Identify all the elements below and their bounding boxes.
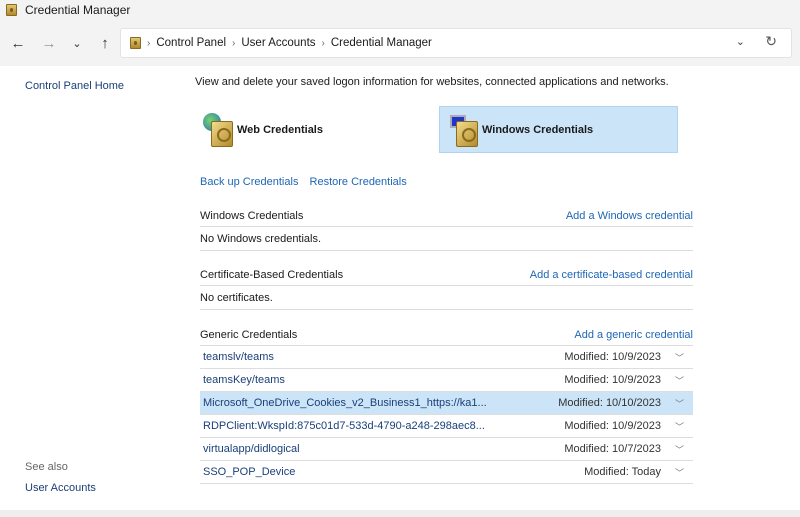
chevron-right-icon[interactable]: › (232, 38, 235, 49)
generic-credentials-section: Generic Credentials Add a generic credent… (200, 324, 693, 484)
expand-chevron-icon[interactable]: ﹀ (675, 443, 693, 456)
credential-name: teamslv/teams (203, 351, 564, 363)
credential-row[interactable]: SSO_POP_DeviceModified: Today ﹀ (200, 461, 693, 484)
sidebar: Control Panel Home See also User Account… (0, 66, 175, 517)
expand-chevron-icon[interactable]: ﹀ (675, 466, 693, 479)
modified-date: Modified: 10/9/2023 (564, 374, 661, 386)
web-credentials-label: Web Credentials (237, 124, 323, 136)
modified-date: Modified: 10/10/2023 (558, 397, 661, 409)
credential-row[interactable]: RDPClient:WkspId:875c01d7-533d-4790-a248… (200, 415, 693, 438)
expand-chevron-icon[interactable]: ﹀ (675, 374, 693, 387)
forward-arrow-icon[interactable]: → (35, 35, 63, 52)
web-credentials-tile[interactable]: Web Credentials (203, 106, 403, 153)
address-bar[interactable]: › Control Panel › User Accounts › Creden… (120, 28, 792, 58)
empty-message: No certificates. (200, 286, 693, 310)
add-windows-credential-link[interactable]: Add a Windows credential (566, 210, 693, 222)
breadcrumb-control-panel[interactable]: Control Panel (156, 37, 226, 49)
up-arrow-icon[interactable]: ↑ (91, 35, 119, 52)
windows-credentials-icon (448, 113, 478, 147)
credential-name: Microsoft_OneDrive_Cookies_v2_Business1_… (203, 397, 558, 409)
empty-message: No Windows credentials. (200, 227, 693, 251)
title-bar: Credential Manager (0, 0, 800, 20)
address-dropdown-chevron-icon[interactable]: ⌄ (736, 35, 745, 48)
status-strip (0, 510, 800, 517)
modified-date: Modified: 10/9/2023 (564, 351, 661, 363)
location-icon (130, 37, 141, 49)
expand-chevron-icon[interactable]: ﹀ (675, 420, 693, 433)
user-accounts-link[interactable]: User Accounts (25, 482, 96, 494)
back-up-credentials-link[interactable]: Back up Credentials (200, 176, 298, 188)
credential-row[interactable]: virtualapp/didlogicalModified: 10/7/2023… (200, 438, 693, 461)
refresh-icon[interactable]: ↻ (765, 33, 777, 50)
back-arrow-icon[interactable]: ← (4, 35, 32, 52)
chevron-right-icon[interactable]: › (322, 38, 325, 49)
windows-credentials-tile[interactable]: Windows Credentials (439, 106, 678, 153)
recent-locations-chevron-icon[interactable]: ⌄ (63, 37, 91, 50)
credential-name: RDPClient:WkspId:875c01d7-533d-4790-a248… (203, 420, 564, 432)
certificate-credentials-section: Certificate-Based Credentials Add a certi… (200, 264, 693, 310)
navigation-bar: ← → ⌄ ↑ › Control Panel › User Accounts … (0, 20, 800, 66)
credential-manager-icon (6, 4, 17, 16)
see-also-label: See also (25, 461, 68, 473)
section-title: Generic Credentials (200, 329, 297, 341)
credential-row[interactable]: Microsoft_OneDrive_Cookies_v2_Business1_… (200, 392, 693, 415)
credential-row[interactable]: teamslv/teamsModified: 10/9/2023 ﹀ (200, 346, 693, 369)
modified-date: Modified: 10/7/2023 (564, 443, 661, 455)
modified-date: Modified: Today (584, 466, 661, 478)
expand-chevron-icon[interactable]: ﹀ (675, 397, 693, 410)
control-panel-home-link[interactable]: Control Panel Home (25, 80, 124, 92)
credential-row[interactable]: teamsKey/teamsModified: 10/9/2023 ﹀ (200, 369, 693, 392)
web-credentials-icon (203, 113, 233, 147)
windows-credentials-section: Windows Credentials Add a Windows credent… (200, 205, 693, 251)
section-title: Windows Credentials (200, 210, 303, 222)
add-generic-credential-link[interactable]: Add a generic credential (574, 329, 693, 341)
expand-chevron-icon[interactable]: ﹀ (675, 351, 693, 364)
breadcrumb-credential-manager[interactable]: Credential Manager (331, 37, 432, 49)
credential-name: teamsKey/teams (203, 374, 564, 386)
credential-name: virtualapp/didlogical (203, 443, 564, 455)
add-certificate-credential-link[interactable]: Add a certificate-based credential (530, 269, 693, 281)
intro-text: View and delete your saved logon informa… (195, 76, 669, 88)
chevron-right-icon[interactable]: › (147, 38, 150, 49)
modified-date: Modified: 10/9/2023 (564, 420, 661, 432)
restore-credentials-link[interactable]: Restore Credentials (310, 176, 407, 188)
credential-name: SSO_POP_Device (203, 466, 584, 478)
windows-credentials-label: Windows Credentials (482, 124, 593, 136)
window-title: Credential Manager (25, 3, 130, 17)
section-title: Certificate-Based Credentials (200, 269, 343, 281)
breadcrumb-user-accounts[interactable]: User Accounts (241, 37, 315, 49)
